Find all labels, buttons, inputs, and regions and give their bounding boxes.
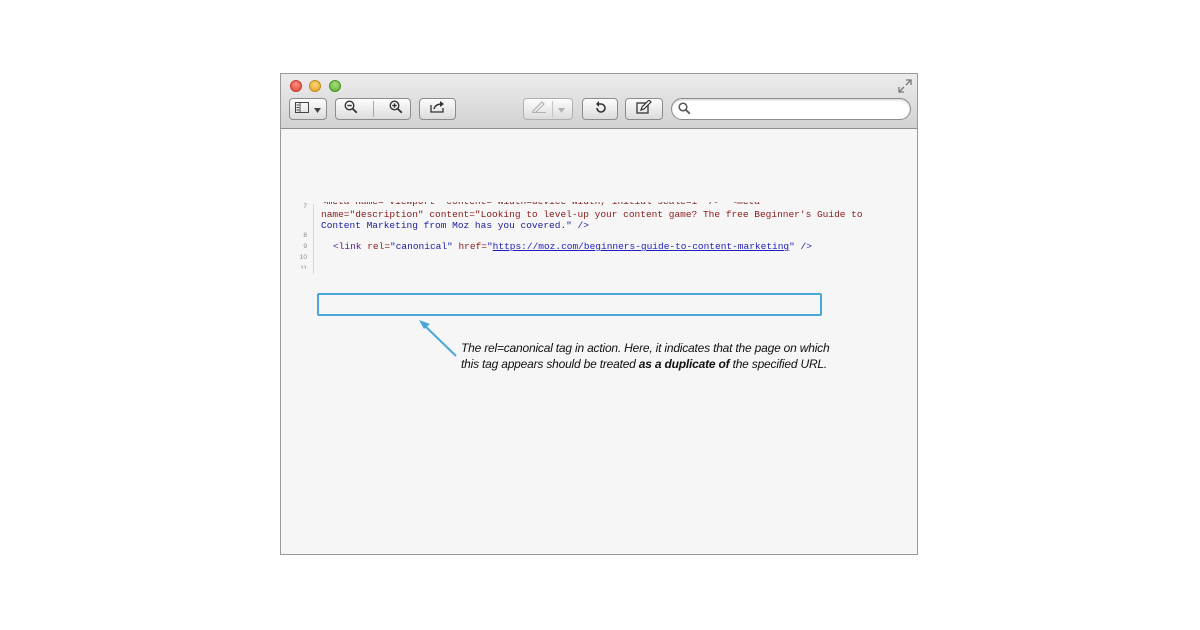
- callout-arrow: [419, 320, 457, 357]
- annotation-part2: this tag appears should be treated: [461, 357, 639, 371]
- annotation-part3: the specified URL.: [729, 357, 828, 371]
- annotation-part1: The rel=canonical tag in action. Here, i…: [461, 341, 830, 355]
- annotation-bold: as a duplicate of: [638, 357, 730, 371]
- preview-window: 7 <meta name="viewport" content="width=d…: [280, 73, 918, 555]
- annotation-caption: The rel=canonical tag in action. Here, i…: [461, 340, 871, 372]
